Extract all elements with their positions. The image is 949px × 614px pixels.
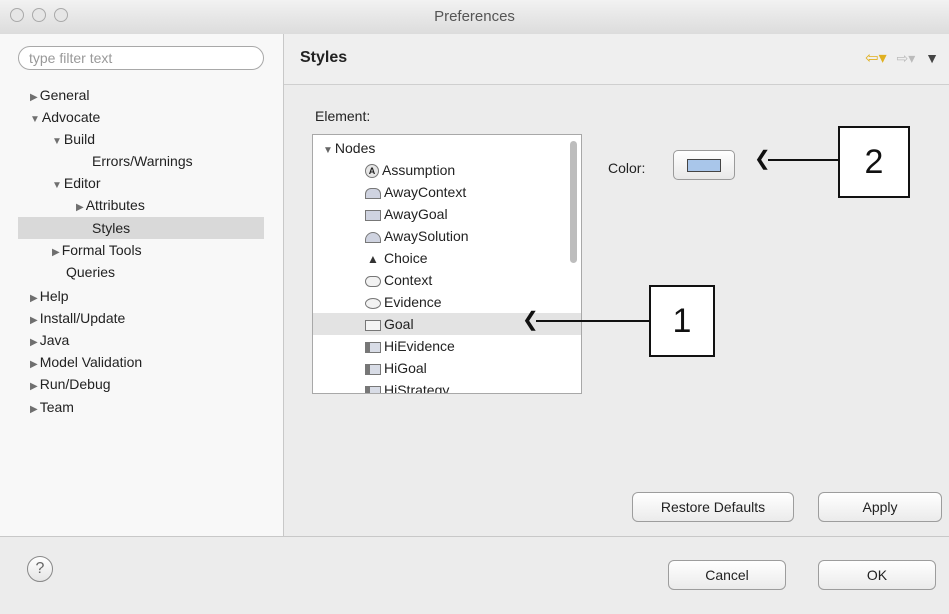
tree-item-build[interactable]: ▼ Build bbox=[52, 128, 95, 150]
restore-defaults-button[interactable]: Restore Defaults bbox=[632, 492, 794, 522]
list-item[interactable]: AwayContext bbox=[313, 181, 581, 203]
assumption-icon: A bbox=[365, 164, 379, 179]
color-label: Color: bbox=[608, 160, 646, 176]
callout-1-box: 1 bbox=[649, 285, 715, 357]
list-item[interactable]: ▲ Choice bbox=[313, 247, 581, 269]
tree-item-install-update[interactable]: ▶ Install/Update bbox=[30, 307, 125, 329]
evidence-icon bbox=[365, 297, 381, 309]
preferences-sidebar: type filter text ▶ General ▼ Advocate ▼ Bui… bbox=[0, 34, 284, 536]
callout-2-box: 2 bbox=[838, 126, 910, 198]
list-group-nodes[interactable]: ▼ Nodes bbox=[313, 137, 573, 159]
tree-item-advocate[interactable]: ▼ Advocate bbox=[30, 106, 100, 128]
ok-button[interactable]: OK bbox=[818, 560, 936, 590]
color-swatch bbox=[687, 159, 721, 172]
hi-goal-icon bbox=[365, 363, 381, 375]
tree-item-queries[interactable]: Queries bbox=[66, 261, 115, 283]
away-solution-icon bbox=[365, 231, 381, 243]
list-item[interactable]: AwayGoal bbox=[313, 203, 581, 225]
element-list[interactable]: ▼ Nodes A Assumption AwayContext AwayGoal … bbox=[312, 134, 582, 394]
tree-item-help[interactable]: ▶ Help bbox=[30, 285, 69, 307]
context-icon bbox=[365, 275, 381, 287]
tree-item-formal-tools[interactable]: ▶ Formal Tools bbox=[52, 239, 142, 261]
callout-1-arrowhead-icon: ❮ bbox=[522, 309, 539, 331]
away-goal-icon bbox=[365, 209, 381, 221]
help-icon[interactable]: ? bbox=[27, 556, 53, 582]
filter-input[interactable]: type filter text bbox=[18, 46, 264, 70]
tree-item-styles[interactable]: Styles bbox=[18, 217, 264, 239]
tree-item-java[interactable]: ▶ Java bbox=[30, 329, 69, 351]
tree-item-errors-warnings[interactable]: Errors/Warnings bbox=[92, 150, 193, 172]
list-scrollbar[interactable] bbox=[570, 141, 577, 263]
page-header: Styles ⇦▾ ⇨▾ ▼ bbox=[284, 34, 949, 85]
away-context-icon bbox=[365, 187, 381, 199]
tree-item-general[interactable]: ▶ General bbox=[30, 84, 90, 106]
goal-icon bbox=[365, 319, 381, 331]
list-item[interactable]: HiGoal bbox=[313, 357, 581, 379]
forward-arrow-icon[interactable]: ⇨▾ bbox=[896, 50, 915, 66]
cancel-button[interactable]: Cancel bbox=[668, 560, 786, 590]
expand-triangle-icon: ▼ bbox=[323, 145, 333, 156]
callout-2-arrowhead-icon: ❮ bbox=[754, 148, 771, 170]
list-item[interactable]: A Assumption bbox=[313, 159, 581, 181]
choice-icon: ▲ bbox=[367, 252, 379, 266]
list-item[interactable]: HiStrategy bbox=[313, 379, 581, 393]
tree-item-model-validation[interactable]: ▶ Model Validation bbox=[30, 351, 142, 373]
list-item[interactable]: Context bbox=[313, 269, 581, 291]
hi-evidence-icon bbox=[365, 341, 381, 353]
tree-item-team[interactable]: ▶ Team bbox=[30, 396, 74, 418]
list-item[interactable]: Evidence bbox=[313, 291, 581, 313]
tree-item-attributes[interactable]: ▶ Attributes bbox=[76, 194, 145, 216]
element-label: Element: bbox=[315, 108, 371, 124]
window-title: Preferences bbox=[434, 8, 515, 25]
list-item-selected[interactable]: Goal bbox=[313, 313, 581, 335]
back-arrow-icon[interactable]: ⇦▾ bbox=[865, 50, 886, 67]
dialog-footer: ? Cancel OK bbox=[0, 536, 949, 614]
view-menu-icon[interactable]: ▼ bbox=[925, 50, 939, 66]
color-picker-button[interactable] bbox=[673, 150, 735, 180]
callout-2-arrow-line bbox=[768, 159, 838, 161]
tree-item-editor[interactable]: ▼ Editor bbox=[52, 172, 100, 194]
history-navigation: ⇦▾ ⇨▾ ▼ bbox=[865, 48, 939, 68]
list-item[interactable]: HiEvidence bbox=[313, 335, 581, 357]
page-title: Styles bbox=[300, 49, 348, 66]
apply-button[interactable]: Apply bbox=[818, 492, 942, 522]
callout-1-arrow-line bbox=[536, 320, 649, 322]
hi-strategy-icon bbox=[365, 385, 381, 393]
tree-item-run-debug[interactable]: ▶ Run/Debug bbox=[30, 373, 111, 395]
preference-page: Styles ⇦▾ ⇨▾ ▼ Element: ▼ Nodes A Assumpti… bbox=[284, 34, 949, 536]
title-bar: Preferences bbox=[0, 0, 949, 35]
list-item[interactable]: AwaySolution bbox=[313, 225, 581, 247]
